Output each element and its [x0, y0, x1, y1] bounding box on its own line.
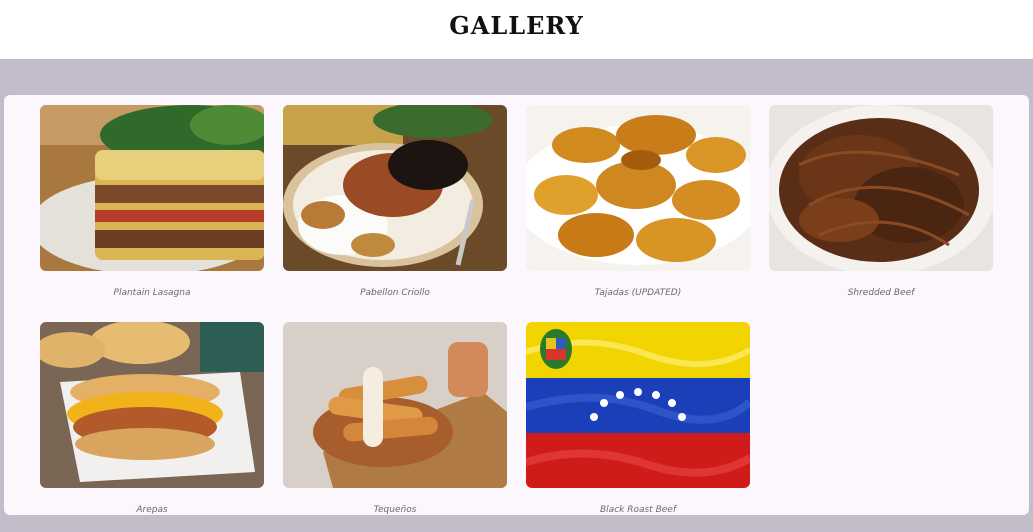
arepas-image	[40, 322, 264, 488]
tequenos-image	[283, 322, 507, 488]
gallery-item-shredded-beef[interactable]: Shredded Beef	[769, 105, 993, 298]
gallery-item-plantain-lasagna[interactable]: Plantain Lasagna	[40, 105, 264, 298]
gallery-image[interactable]	[40, 322, 264, 488]
gallery-caption: Pabellon Criollo	[360, 288, 430, 298]
gallery-caption: Tajadas (UPDATED)	[594, 288, 682, 298]
coat-of-arms-icon	[540, 329, 572, 369]
gallery-item-pabellon-criollo[interactable]: Pabellon Criollo	[283, 105, 507, 298]
gallery-caption: Arepas	[136, 505, 168, 515]
shredded-beef-image	[769, 105, 993, 271]
gallery-image[interactable]	[283, 322, 507, 488]
page-title: GALLERY	[449, 10, 584, 40]
pabellon-criollo-image	[283, 105, 507, 271]
gallery-image[interactable]	[526, 105, 750, 271]
gallery-item-black-roast-beef[interactable]: Black Roast Beef	[526, 322, 750, 515]
page-header: GALLERY	[0, 0, 1033, 59]
tajadas-image	[526, 105, 750, 271]
gallery-panel: Plantain Lasagna Pabellon Criollo Tajada…	[4, 95, 1029, 515]
gallery-item-arepas[interactable]: Arepas	[40, 322, 264, 515]
gallery-image[interactable]	[283, 105, 507, 271]
venezuela-flag-image	[526, 322, 750, 488]
gallery-image[interactable]	[769, 105, 993, 271]
plantain-lasagna-image	[40, 105, 264, 271]
gallery-caption: Plantain Lasagna	[113, 288, 191, 298]
gallery-image[interactable]	[526, 322, 750, 488]
gallery-caption: Shredded Beef	[847, 288, 915, 298]
gallery-caption: Tequeños	[373, 505, 417, 515]
gallery-item-tequenos[interactable]: Tequeños	[283, 322, 507, 515]
gallery-image[interactable]	[40, 105, 264, 271]
gallery-item-tajadas[interactable]: Tajadas (UPDATED)	[526, 105, 750, 298]
gallery-caption: Black Roast Beef	[600, 505, 676, 515]
